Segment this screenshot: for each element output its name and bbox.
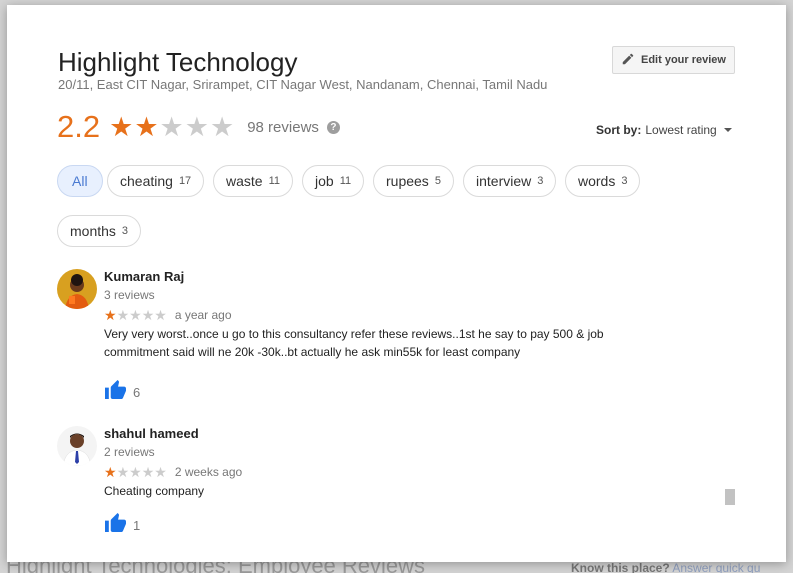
- edit-review-button[interactable]: Edit your review: [612, 46, 735, 74]
- avatar[interactable]: [57, 426, 97, 466]
- chip-count: 3: [621, 175, 628, 187]
- star-icon: ★: [134, 111, 159, 142]
- star-icon: ★: [184, 111, 209, 142]
- filter-chip-interview[interactable]: interview 3: [463, 165, 557, 197]
- review-time: 2 weeks ago: [174, 465, 243, 479]
- chip-label: job: [315, 173, 334, 189]
- chip-count: 11: [339, 175, 352, 187]
- review-text: Cheating company: [104, 484, 205, 498]
- like-count: 1: [133, 517, 141, 533]
- scrollbar-thumb[interactable]: [725, 489, 735, 505]
- star-icon: ★: [129, 464, 142, 480]
- star-icon: ★: [154, 307, 167, 323]
- reviews-dialog: Highlight Technology 20/11, East CIT Nag…: [7, 5, 786, 562]
- rating-summary: 2.2 ★ ★ ★ ★ ★ 98 reviews ?: [57, 109, 340, 145]
- background-know-this-place: Know this place? Answer quick qu: [571, 561, 760, 573]
- review-item: Kumaran Raj 3 reviews ★ ★ ★ ★ ★ a year ago V…: [57, 269, 747, 409]
- review-author[interactable]: shahul hameed: [104, 426, 704, 441]
- filter-chip-waste[interactable]: waste 11: [213, 165, 293, 197]
- sort-label: Sort by:: [596, 123, 642, 137]
- review-meta: ★ ★ ★ ★ ★ a year ago: [104, 308, 704, 322]
- business-name: Highlight Technology: [58, 47, 298, 77]
- author-review-count[interactable]: 3 reviews: [104, 288, 704, 302]
- chip-label: All: [72, 173, 88, 189]
- like-button[interactable]: 6: [104, 379, 704, 405]
- know-label: Know this place?: [571, 561, 670, 573]
- star-icon: ★: [116, 464, 130, 480]
- review-time: a year ago: [174, 308, 232, 322]
- chip-label: months: [70, 223, 116, 239]
- filter-chip-words[interactable]: words 3: [565, 165, 641, 197]
- business-address: 20/11, East CIT Nagar, Srirampet, CIT Na…: [58, 77, 548, 92]
- review-stars: ★ ★ ★ ★ ★: [104, 465, 167, 479]
- avatar[interactable]: [57, 269, 97, 309]
- star-icon: ★: [129, 307, 142, 323]
- chip-label: cheating: [120, 173, 173, 189]
- filter-chip-all[interactable]: All: [57, 165, 103, 197]
- star-icon: ★: [104, 464, 117, 480]
- star-icon: ★: [154, 464, 167, 480]
- review-item: shahul hameed 2 reviews ★ ★ ★ ★ ★ 2 weeks ag…: [57, 426, 747, 536]
- chip-count: 11: [268, 175, 280, 187]
- star-icon: ★: [159, 111, 184, 142]
- thumbs-up-icon: [104, 512, 127, 538]
- filter-chip-months[interactable]: months 3: [57, 215, 142, 247]
- star-icon: ★: [104, 307, 117, 323]
- chip-count: 5: [434, 175, 441, 187]
- like-button[interactable]: 1: [104, 512, 704, 538]
- pencil-icon: [621, 52, 635, 69]
- chip-label: interview: [476, 173, 532, 189]
- know-link[interactable]: Answer quick qu: [672, 561, 760, 573]
- chip-label: words: [578, 173, 616, 189]
- sort-dropdown[interactable]: Sort by: Lowest rating: [596, 123, 732, 137]
- author-review-count[interactable]: 2 reviews: [104, 445, 704, 459]
- filter-chip-rupees[interactable]: rupees 5: [373, 165, 454, 197]
- chip-count: 3: [121, 225, 129, 237]
- review-text: Very very worst..once u go to this consu…: [104, 327, 604, 359]
- chip-label: rupees: [386, 173, 429, 189]
- review-meta: ★ ★ ★ ★ ★ 2 weeks ago: [104, 465, 704, 479]
- filter-chip-job[interactable]: job 11: [302, 165, 365, 197]
- review-stars: ★ ★ ★ ★ ★: [104, 308, 167, 322]
- like-count: 6: [133, 384, 141, 400]
- star-icon: ★: [209, 111, 235, 142]
- star-icon: ★: [116, 307, 130, 323]
- chip-count: 17: [178, 175, 192, 187]
- thumbs-up-icon: [104, 379, 127, 405]
- sort-value: Lowest rating: [645, 123, 717, 137]
- help-icon[interactable]: ?: [326, 120, 340, 134]
- edit-review-label: Edit your review: [641, 54, 726, 66]
- star-icon: ★: [141, 307, 155, 323]
- chevron-down-icon: [723, 128, 732, 132]
- filter-chip-cheating[interactable]: cheating 17: [107, 165, 205, 197]
- review-author[interactable]: Kumaran Raj: [104, 269, 704, 284]
- review-body: shahul hameed 2 reviews ★ ★ ★ ★ ★ 2 weeks ag…: [104, 426, 704, 538]
- chip-count: 3: [537, 175, 544, 187]
- review-count[interactable]: 98 reviews: [247, 119, 319, 136]
- chip-label: waste: [226, 173, 263, 189]
- star-icon: ★: [141, 464, 155, 480]
- review-body: Kumaran Raj 3 reviews ★ ★ ★ ★ ★ a year ago V…: [104, 269, 704, 405]
- average-rating: 2.2: [57, 109, 101, 144]
- rating-stars: ★ ★ ★ ★ ★: [109, 111, 235, 142]
- star-icon: ★: [109, 111, 134, 142]
